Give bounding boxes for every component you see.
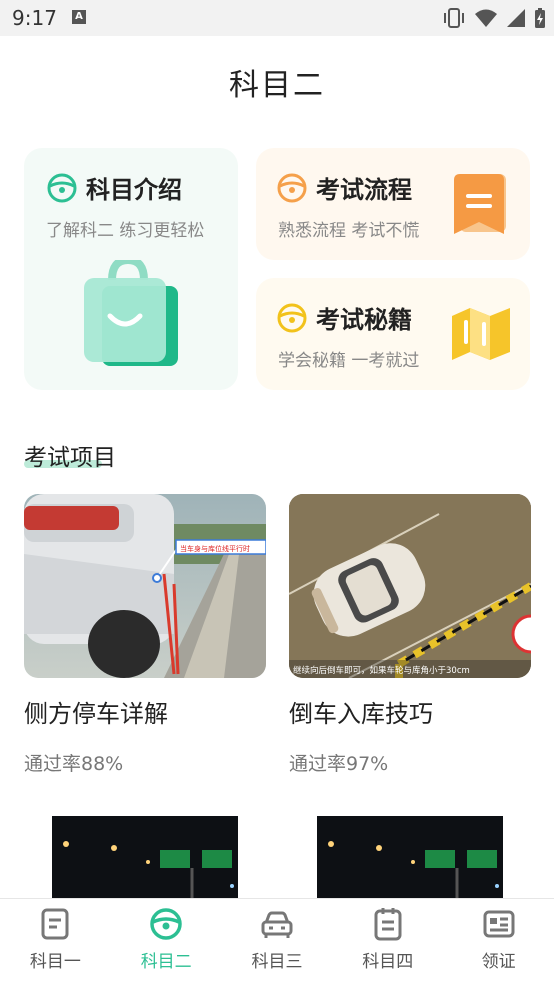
- car-icon: [261, 911, 293, 938]
- night-driving-thumbnail[interactable]: [317, 816, 503, 906]
- parallel-parking-thumbnail[interactable]: 当车身与库位线平行时: [24, 494, 266, 678]
- battery-icon: [535, 8, 545, 28]
- tab-subject-three-label: 科目三: [251, 952, 303, 972]
- section-title: 考试项目: [24, 445, 116, 471]
- steering-wheel-icon: [150, 908, 182, 940]
- signal-icon: [507, 9, 525, 27]
- tab-subject-two[interactable]: 科目二: [111, 899, 222, 984]
- reverse-parking-image: 继续向后倒车即可，如果车轮与库角小于30cm: [289, 494, 531, 678]
- night-driving-image: [52, 816, 238, 906]
- flow-card-title: 考试流程: [276, 170, 412, 205]
- steering-wheel-icon: [277, 173, 307, 202]
- tab-subject-four-label: 科目四: [362, 952, 414, 972]
- bottom-nav: 科目一 科目二 科目三 科目四 领证: [0, 898, 554, 984]
- exam-tips-card[interactable]: 考试秘籍 学会秘籍 一考就过: [256, 278, 530, 390]
- intro-card[interactable]: 科目介绍 了解科二 练习更轻松: [24, 148, 238, 390]
- wifi-icon: [475, 9, 497, 27]
- page-title: 科目二: [229, 68, 325, 103]
- exam-item-parallel-parking[interactable]: 当车身与库位线平行时 侧方停车详解 通过率88%: [24, 494, 266, 776]
- reverse-parking-thumbnail[interactable]: 继续向后倒车即可，如果车轮与库角小于30cm: [289, 494, 531, 678]
- steering-wheel-icon: [277, 303, 307, 332]
- steering-wheel-icon: [47, 173, 77, 202]
- vibrate-icon: [444, 8, 464, 28]
- notebook-icon: [374, 908, 402, 941]
- parallel-parking-image: 当车身与库位线平行时: [24, 494, 266, 678]
- status-icons: [442, 6, 546, 30]
- reverse-parking-title: 倒车入库技巧: [289, 700, 433, 728]
- status-bar: 9:17 A: [0, 0, 554, 36]
- tab-license-label: 领证: [481, 952, 516, 972]
- reverse-parking-pass-rate: 通过率97%: [289, 753, 389, 775]
- tab-subject-two-label: 科目二: [140, 952, 192, 972]
- intro-card-label: 科目介绍: [86, 176, 182, 204]
- notification-icon: A: [72, 10, 86, 24]
- tab-subject-one[interactable]: 科目一: [0, 899, 111, 984]
- parallel-parking-pass-rate: 通过率88%: [24, 753, 124, 775]
- intro-card-subtitle: 了解科二 练习更轻松: [46, 221, 205, 241]
- flow-card-subtitle: 熟悉流程 考试不慌: [278, 221, 420, 241]
- map-illustration-icon: [452, 308, 510, 360]
- intro-card-title: 科目介绍: [46, 170, 182, 205]
- id-card-icon: [483, 910, 515, 938]
- reverse-parking-overlay-text: 继续向后倒车即可，如果车轮与库角小于30cm: [293, 665, 470, 676]
- status-time: 9:17: [12, 6, 57, 30]
- tips-card-title: 考试秘籍: [276, 300, 412, 335]
- document-illustration-icon: [454, 174, 506, 234]
- tab-subject-three[interactable]: 科目三: [222, 899, 333, 984]
- night-driving-thumbnail[interactable]: [52, 816, 238, 906]
- night-driving-image: [317, 816, 503, 906]
- tab-subject-four[interactable]: 科目四: [332, 899, 443, 984]
- flow-card-label: 考试流程: [316, 176, 412, 204]
- exam-flow-card[interactable]: 考试流程 熟悉流程 考试不慌: [256, 148, 530, 260]
- tab-subject-one-label: 科目一: [29, 952, 81, 972]
- exam-item-reverse-parking[interactable]: 继续向后倒车即可，如果车轮与库角小于30cm 倒车入库技巧 通过率97%: [289, 494, 531, 776]
- bag-illustration-icon: [84, 260, 178, 366]
- tab-license[interactable]: 领证: [443, 899, 554, 984]
- doc-icon: [41, 908, 69, 940]
- parallel-parking-overlay-text: 当车身与库位线平行时: [180, 544, 250, 553]
- tips-card-label: 考试秘籍: [316, 306, 412, 334]
- parallel-parking-title: 侧方停车详解: [24, 700, 168, 728]
- tips-card-subtitle: 学会秘籍 一考就过: [278, 351, 420, 371]
